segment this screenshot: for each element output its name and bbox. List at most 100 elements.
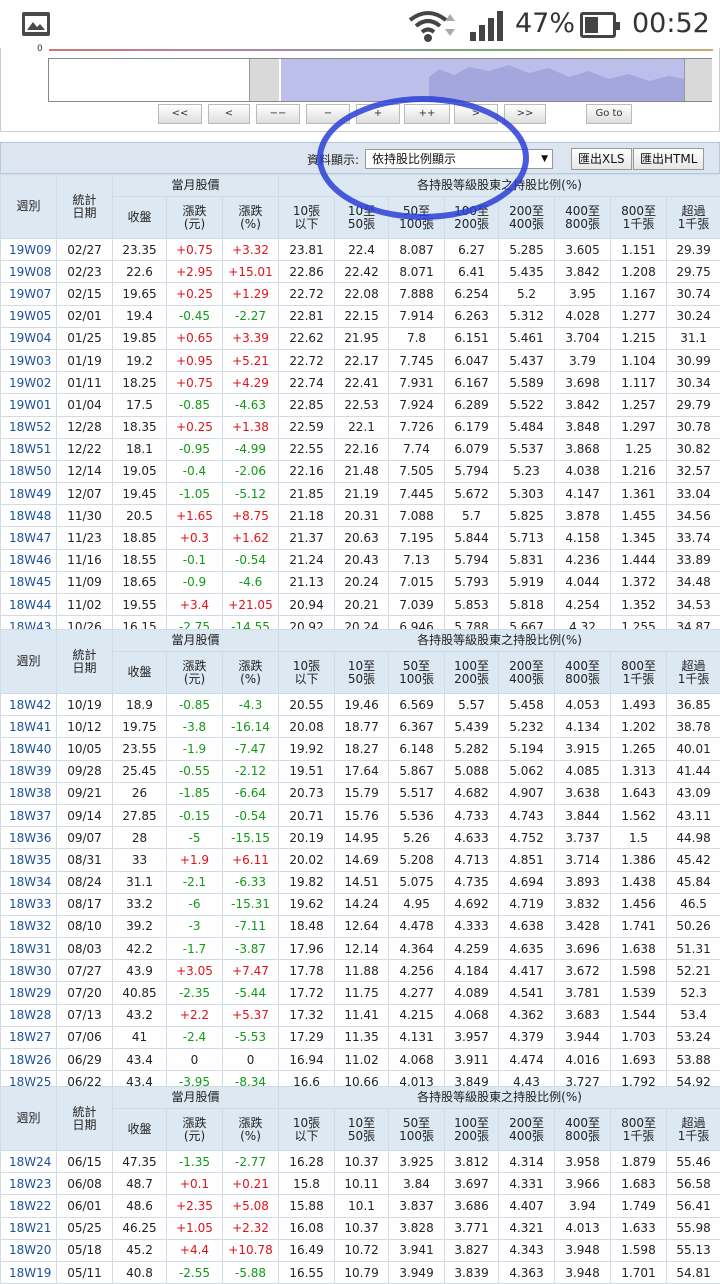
week-link[interactable]: 18W22	[1, 1195, 57, 1217]
week-link[interactable]: 18W26	[1, 1049, 57, 1071]
week-link[interactable]: 18W23	[1, 1173, 57, 1195]
table-cell: 31.1	[667, 327, 720, 349]
week-link[interactable]: 18W28	[1, 1004, 57, 1026]
zoom-first-button[interactable]: <<	[158, 104, 202, 124]
week-link[interactable]: 18W49	[1, 483, 57, 505]
week-link[interactable]: 18W40	[1, 738, 57, 760]
table-cell: -2.1	[167, 871, 223, 893]
table-cell: 20.08	[279, 716, 335, 738]
table-cell: 19.51	[279, 760, 335, 782]
week-link[interactable]: 18W47	[1, 527, 57, 549]
week-link[interactable]: 18W20	[1, 1239, 57, 1261]
table-row: 18W4711/2318.85+0.3+1.6221.3720.637.1955…	[1, 527, 720, 549]
week-link[interactable]: 19W02	[1, 372, 57, 394]
week-link[interactable]: 18W52	[1, 416, 57, 438]
price-group-header: 當月股價	[113, 630, 279, 652]
week-link[interactable]: 18W50	[1, 460, 57, 482]
week-link[interactable]: 18W30	[1, 960, 57, 982]
week-link[interactable]: 18W44	[1, 594, 57, 616]
week-link[interactable]: 19W03	[1, 349, 57, 371]
table-cell: 3.925	[389, 1151, 445, 1173]
table-cell: 20.71	[279, 804, 335, 826]
week-link[interactable]: 18W33	[1, 893, 57, 915]
table-cell: 3.428	[555, 915, 611, 937]
week-link[interactable]: 18W21	[1, 1217, 57, 1239]
week-link[interactable]: 18W36	[1, 827, 57, 849]
table-cell: 22.1	[335, 416, 389, 438]
zoom-out-button[interactable]: −	[306, 104, 350, 124]
level-header-0: 10張以下	[279, 652, 335, 694]
table-cell: 09/14	[57, 804, 113, 826]
table-cell: 3.893	[555, 871, 611, 893]
table-cell: 19.92	[279, 738, 335, 760]
zoom-out-more-button[interactable]: −−	[256, 104, 300, 124]
week-link[interactable]: 18W48	[1, 505, 57, 527]
week-link[interactable]: 18W31	[1, 938, 57, 960]
week-link[interactable]: 18W41	[1, 716, 57, 738]
week-link[interactable]: 18W51	[1, 438, 57, 460]
zoom-in-button[interactable]: +	[356, 104, 400, 124]
week-link[interactable]: 18W29	[1, 982, 57, 1004]
week-link[interactable]: 18W19	[1, 1261, 57, 1283]
table-cell: 21.85	[279, 483, 335, 505]
week-link[interactable]: 18W39	[1, 760, 57, 782]
table-cell: 43.9	[113, 960, 167, 982]
zoom-prev-button[interactable]: <	[208, 104, 250, 124]
week-link[interactable]: 18W24	[1, 1151, 57, 1173]
export-xls-button[interactable]: 匯出XLS	[571, 148, 632, 170]
table-cell: 4.95	[389, 893, 445, 915]
week-link[interactable]: 18W45	[1, 571, 57, 593]
level-header-5: 400至800張	[555, 197, 611, 239]
table-cell: 7.726	[389, 416, 445, 438]
week-link[interactable]: 18W42	[1, 694, 57, 716]
table-row: 18W2807/1343.2+2.2+5.3717.3211.414.2154.…	[1, 1004, 720, 1026]
week-link[interactable]: 18W27	[1, 1026, 57, 1048]
table-cell: 1.455	[611, 505, 667, 527]
week-link[interactable]: 19W05	[1, 305, 57, 327]
week-link[interactable]: 18W38	[1, 782, 57, 804]
week-link[interactable]: 19W04	[1, 327, 57, 349]
week-link[interactable]: 19W09	[1, 239, 57, 261]
table-cell: 5.7	[445, 505, 499, 527]
table-cell: -2.55	[167, 1261, 223, 1283]
table-cell: 7.924	[389, 394, 445, 416]
table-cell: 11/02	[57, 594, 113, 616]
table-cell: -2.12	[223, 760, 279, 782]
table-cell: +2.2	[167, 1004, 223, 1026]
table-cell: 26	[113, 782, 167, 804]
week-link[interactable]: 19W01	[1, 394, 57, 416]
table-cell: -6.64	[223, 782, 279, 804]
display-mode-select[interactable]: 依持股比例顯示	[365, 149, 553, 169]
chart-baseline	[49, 49, 713, 51]
navigator-right-handle[interactable]	[684, 59, 712, 101]
week-link[interactable]: 19W08	[1, 261, 57, 283]
zoom-in-more-button[interactable]: ++	[404, 104, 450, 124]
table-cell: 1.643	[611, 782, 667, 804]
zoom-next-button[interactable]: >	[454, 104, 498, 124]
holdings-table: 週別統計日期當月股價各持股等級股東之持股比例(%)收盤漲跌(元)漲跌(%)10張…	[0, 174, 720, 638]
table-cell: 52.3	[667, 982, 720, 1004]
table-cell: 4.053	[555, 694, 611, 716]
range-navigator[interactable]	[48, 58, 712, 102]
level-header-4: 200至400張	[499, 1109, 555, 1151]
export-html-button[interactable]: 匯出HTML	[633, 148, 704, 170]
table-cell: 1.749	[611, 1195, 667, 1217]
week-link[interactable]: 18W37	[1, 804, 57, 826]
week-link[interactable]: 18W34	[1, 871, 57, 893]
change-header: 漲跌(元)	[167, 197, 223, 239]
table-cell: 20.02	[279, 849, 335, 871]
week-link[interactable]: 18W32	[1, 915, 57, 937]
zoom-last-button[interactable]: >>	[504, 104, 546, 124]
table-row: 18W4611/1618.55-0.1-0.5421.2420.437.135.…	[1, 549, 720, 571]
table-cell: 1.277	[611, 305, 667, 327]
table-cell: 4.692	[445, 893, 499, 915]
goto-button[interactable]: Go to	[586, 104, 632, 124]
table-cell: 5.522	[499, 394, 555, 416]
week-link[interactable]: 18W46	[1, 549, 57, 571]
table-cell: -1.9	[167, 738, 223, 760]
week-link[interactable]: 18W35	[1, 849, 57, 871]
table-cell: 5.793	[445, 571, 499, 593]
table-cell: 20.43	[335, 549, 389, 571]
week-link[interactable]: 19W07	[1, 283, 57, 305]
navigator-left-handle[interactable]	[249, 59, 279, 101]
